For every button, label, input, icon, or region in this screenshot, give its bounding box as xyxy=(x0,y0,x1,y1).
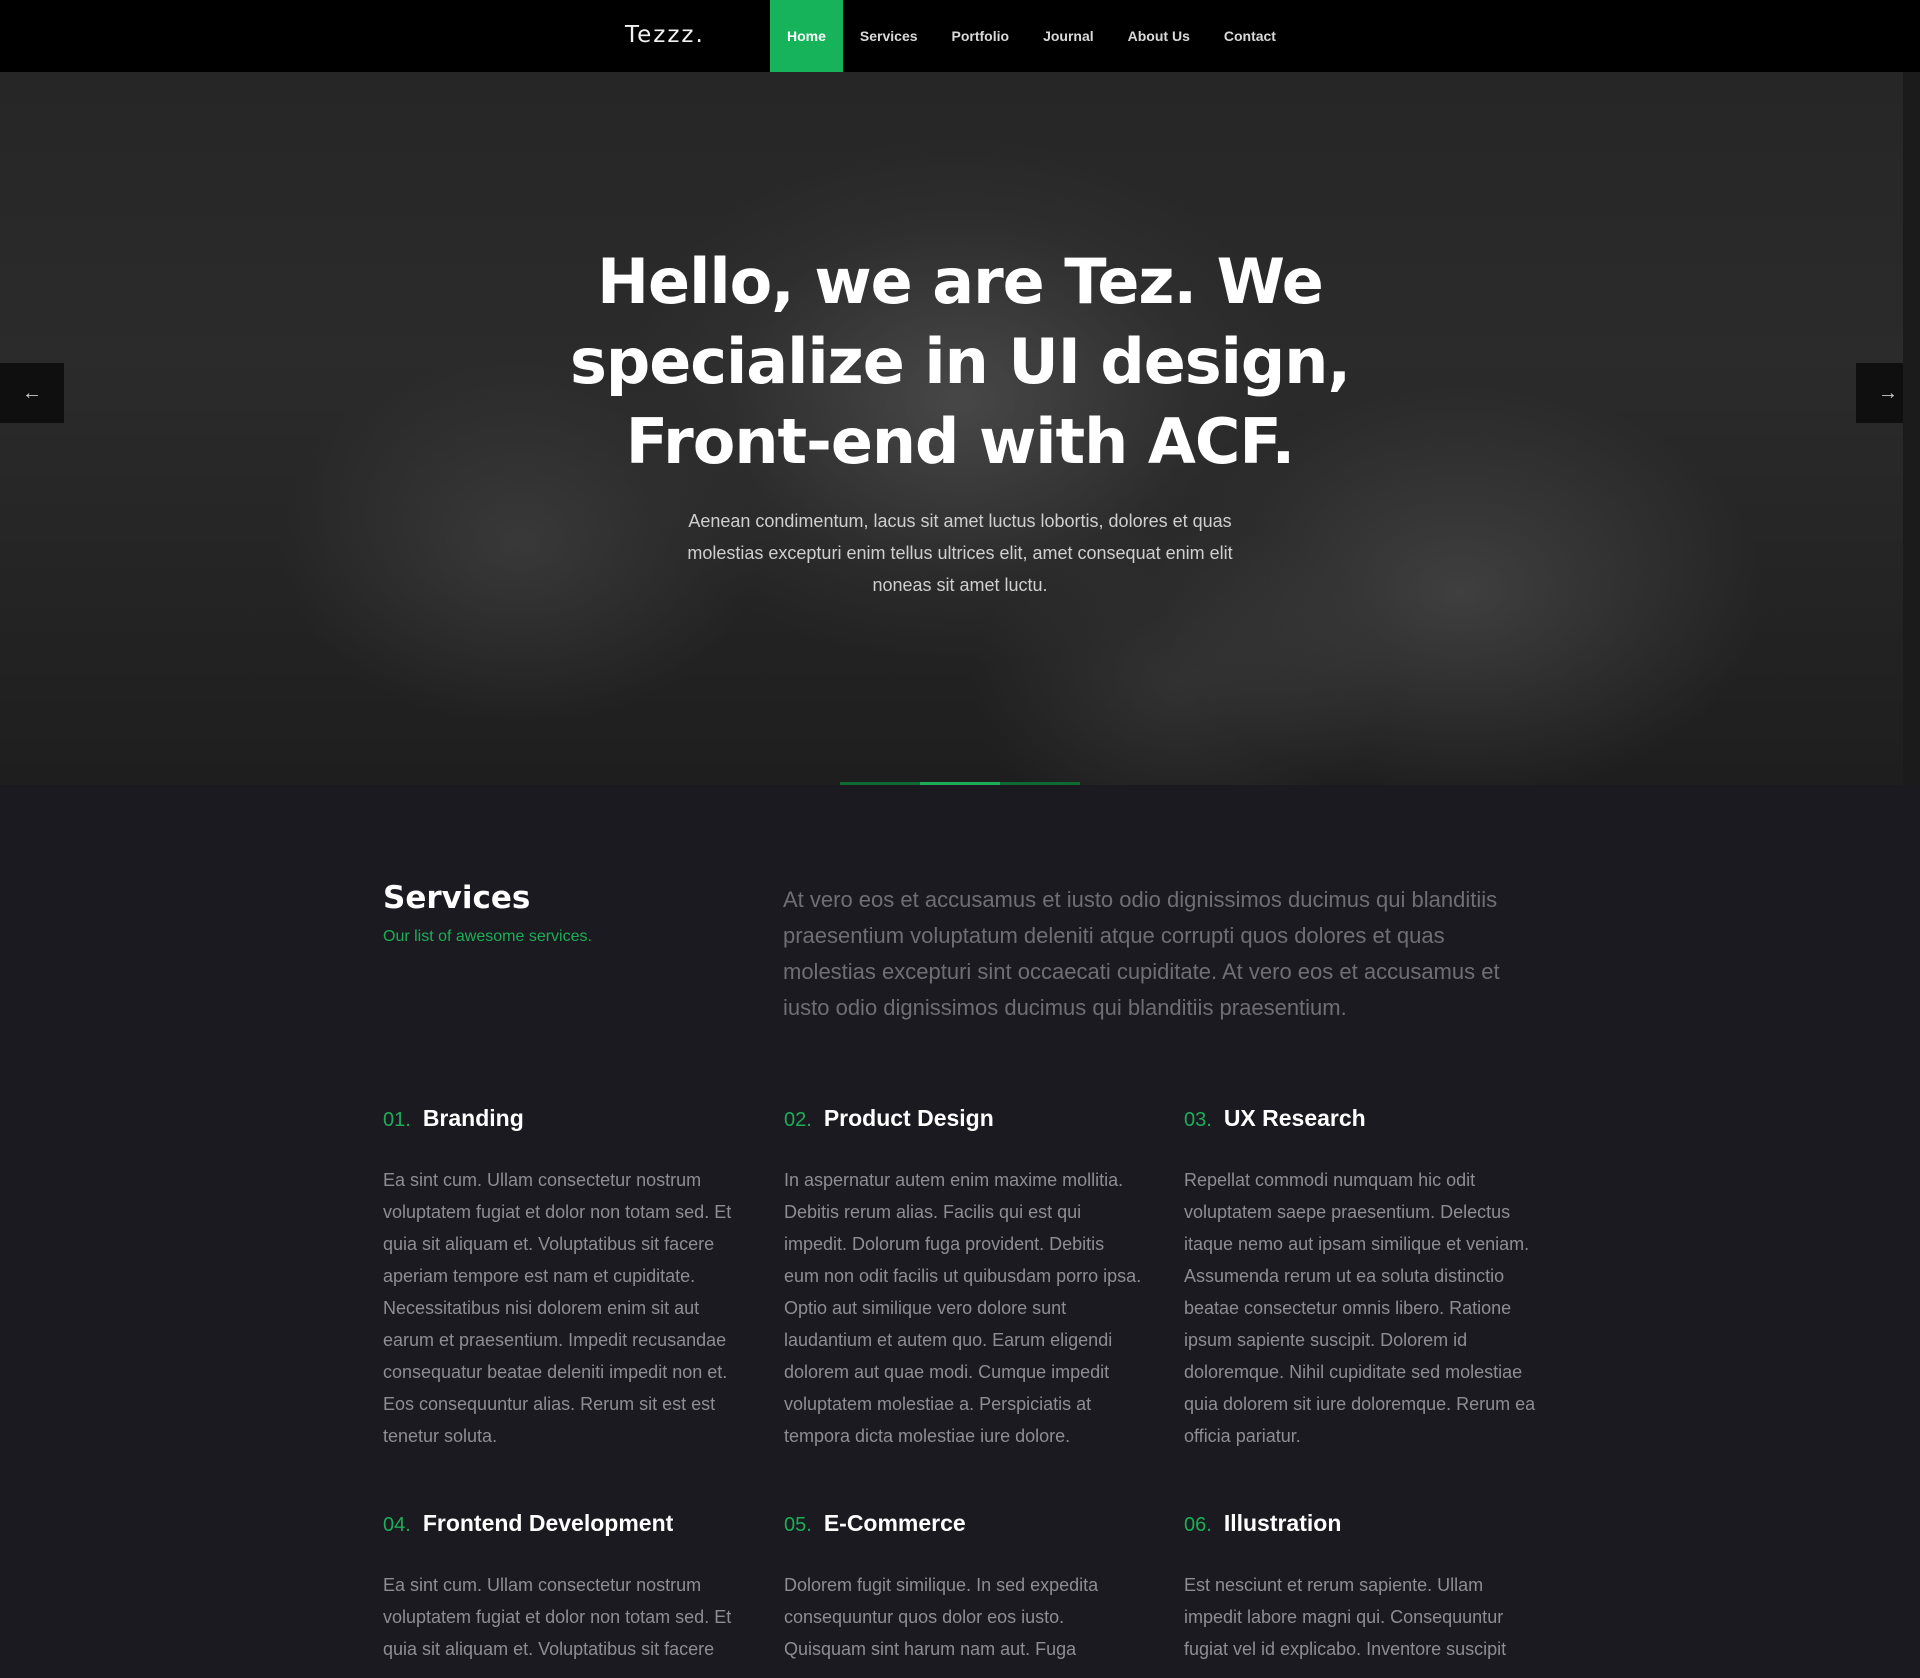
services-heading: Services Our list of awesome services. xyxy=(383,880,592,946)
site-header: Tezzz. Home Services Portfolio Journal A… xyxy=(0,0,1920,72)
services-subtitle: Our list of awesome services. xyxy=(383,928,592,945)
service-description: Repellat commodi numquam hic odit volupt… xyxy=(1184,1170,1536,1446)
service-card-product-design: 02. Product Design In aspernatur autem e… xyxy=(784,1105,1144,1452)
service-number: 05. xyxy=(784,1514,812,1536)
main-nav: Home Services Portfolio Journal About Us… xyxy=(770,0,1293,72)
arrow-left-icon: ← xyxy=(22,381,42,404)
service-card-ux-research: 03. UX Research Repellat commodi numquam… xyxy=(1184,1105,1544,1452)
service-card-e-commerce: 05. E-Commerce Dolorem fugit similique. … xyxy=(784,1510,1144,1665)
service-description: Dolorem fugit similique. In sed expedita… xyxy=(784,1575,1099,1659)
nav-item-journal[interactable]: Journal xyxy=(1026,0,1111,72)
slider-dot-2[interactable] xyxy=(920,782,1000,785)
service-title: Branding xyxy=(422,1105,524,1131)
slider-prev-button[interactable]: ← xyxy=(0,363,64,423)
nav-item-portfolio[interactable]: Portfolio xyxy=(935,0,1027,72)
slider-pagination xyxy=(840,782,1080,785)
service-title: E-Commerce xyxy=(823,1510,966,1536)
arrow-right-icon: → xyxy=(1878,381,1898,404)
hero-text: Aenean condimentum, lacus sit amet luctu… xyxy=(687,511,1233,595)
service-title: Illustration xyxy=(1223,1510,1342,1536)
nav-item-home[interactable]: Home xyxy=(770,0,843,72)
service-number: 02. xyxy=(784,1109,812,1131)
service-title: UX Research xyxy=(1223,1105,1366,1131)
service-card-illustration: 06. Illustration Est nesciunt et rerum s… xyxy=(1184,1510,1544,1665)
service-title: Frontend Development xyxy=(422,1510,674,1536)
slider-dot-1[interactable] xyxy=(840,782,920,785)
service-card-frontend-development: 04. Frontend Development Ea sint cum. Ul… xyxy=(383,1510,743,1665)
services-intro: At vero eos et accusamus et iusto odio d… xyxy=(783,887,1500,1020)
slider-dot-3[interactable] xyxy=(1000,782,1080,785)
service-card-branding: 01. Branding Ea sint cum. Ullam consecte… xyxy=(383,1105,743,1452)
service-number: 01. xyxy=(383,1109,411,1131)
service-number: 04. xyxy=(383,1514,411,1536)
service-number: 06. xyxy=(1184,1514,1212,1536)
hero-title: Hello, we are Tez. We specialize in UI d… xyxy=(569,245,1351,478)
hero-slider: Hello, we are Tez. We specialize in UI d… xyxy=(0,72,1903,785)
service-description: Ea sint cum. Ullam consectetur nostrum v… xyxy=(383,1170,732,1446)
service-title: Product Design xyxy=(823,1105,994,1131)
site-logo[interactable]: Tezzz. xyxy=(625,22,705,48)
service-description: In aspernatur autem enim maxime mollitia… xyxy=(784,1170,1142,1446)
service-description: Est nesciunt et rerum sapiente. Ullam im… xyxy=(1184,1575,1507,1659)
service-description: Ea sint cum. Ullam consectetur nostrum v… xyxy=(383,1575,732,1659)
nav-item-about-us[interactable]: About Us xyxy=(1111,0,1207,72)
hero-scrollbar[interactable] xyxy=(1903,72,1920,785)
nav-item-contact[interactable]: Contact xyxy=(1207,0,1293,72)
slider-next-button[interactable]: → xyxy=(1856,363,1903,423)
nav-item-services[interactable]: Services xyxy=(843,0,935,72)
service-number: 03. xyxy=(1184,1109,1212,1131)
services-title: Services xyxy=(383,880,531,916)
